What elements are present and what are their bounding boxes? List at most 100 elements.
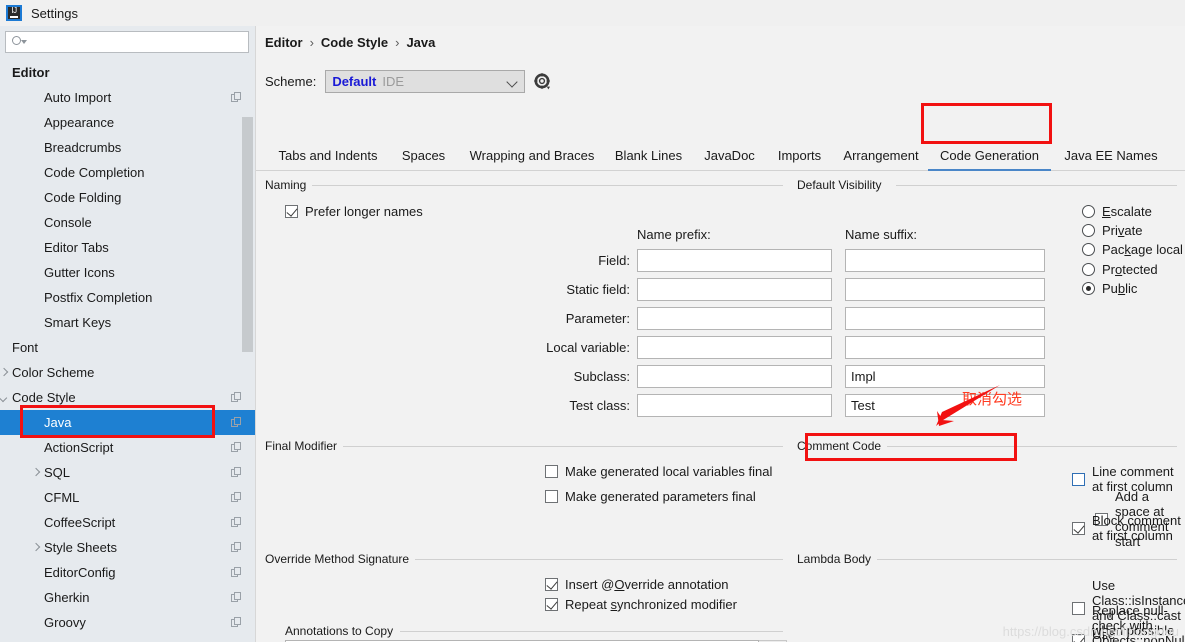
section-line-annotations-to-copy <box>400 631 783 632</box>
sidebar-item-label: CFML <box>44 490 80 505</box>
tab-wrapping-and-braces[interactable]: Wrapping and Braces <box>461 140 603 171</box>
checkbox-label: Repeat synchronized modifier <box>565 597 737 612</box>
sidebar-item-smart-keys[interactable]: Smart Keys <box>0 310 256 335</box>
settings-window: IJ Settings Editor Auto Import Appearance B… <box>0 0 1185 642</box>
radio-visibility-protected[interactable]: Protected <box>1082 262 1158 277</box>
input-parameter-prefix[interactable] <box>637 307 832 330</box>
sidebar-item-code-completion[interactable]: Code Completion <box>0 160 256 185</box>
sidebar-item-editor-tabs[interactable]: Editor Tabs <box>0 235 256 260</box>
tab-javadoc[interactable]: JavaDoc <box>694 140 765 171</box>
input-local-variable-prefix[interactable] <box>637 336 832 359</box>
copy-scheme-icon[interactable] <box>231 567 242 578</box>
sidebar-item-postfix-completion[interactable]: Postfix Completion <box>0 285 256 310</box>
label-field: Field: <box>598 253 630 268</box>
radio-label: Package local <box>1102 242 1183 257</box>
chevron-right-icon[interactable] <box>0 367 10 379</box>
radio-visibility-package-local[interactable]: Package local <box>1082 242 1183 257</box>
sidebar-item-appearance[interactable]: Appearance <box>0 110 256 135</box>
chevron-down-icon <box>506 76 518 88</box>
copy-scheme-icon[interactable] <box>231 492 242 503</box>
copy-scheme-icon[interactable] <box>231 92 242 103</box>
sidebar-item-java[interactable]: Java <box>0 410 256 435</box>
input-field-suffix[interactable] <box>845 249 1045 272</box>
tab-imports[interactable]: Imports <box>765 140 834 171</box>
sidebar-item-editorconfig[interactable]: EditorConfig <box>0 560 256 585</box>
chevron-right-icon[interactable] <box>30 467 42 479</box>
tab-spaces[interactable]: Spaces <box>386 140 461 171</box>
input-static-field-prefix[interactable] <box>637 278 832 301</box>
copy-scheme-icon[interactable] <box>231 542 242 553</box>
settings-tree[interactable]: Editor Auto Import Appearance Breadcrumbs Co… <box>0 60 256 642</box>
sidebar-scrollbar-thumb[interactable] <box>242 117 253 352</box>
radio-button <box>1082 205 1095 218</box>
breadcrumb-part-java[interactable]: Java <box>406 35 435 50</box>
copy-scheme-icon[interactable] <box>231 417 242 428</box>
checkbox-prefer-longer-names[interactable]: Prefer longer names <box>285 204 423 219</box>
tab-code-generation[interactable]: Code Generation <box>928 140 1051 171</box>
input-test-class-prefix[interactable] <box>637 394 832 417</box>
search-box[interactable] <box>5 31 249 53</box>
sidebar-item-color-scheme[interactable]: Color Scheme <box>0 360 256 385</box>
input-local-variable-suffix[interactable] <box>845 336 1045 359</box>
input-field-prefix[interactable] <box>637 249 832 272</box>
checkbox-box <box>1072 472 1085 486</box>
tab-java-ee-names[interactable]: Java EE Names <box>1051 140 1171 171</box>
input-static-field-suffix[interactable] <box>845 278 1045 301</box>
sidebar-item-actionscript[interactable]: ActionScript <box>0 435 256 460</box>
sidebar-item-console[interactable]: Console <box>0 210 256 235</box>
sidebar-item-style-sheets[interactable]: Style Sheets <box>0 535 256 560</box>
sidebar-item-label: Editor <box>12 65 50 80</box>
sidebar-item-cfml[interactable]: CFML <box>0 485 256 510</box>
checkbox-box <box>1072 521 1085 535</box>
sidebar-scrollbar[interactable] <box>242 60 253 642</box>
copy-scheme-icon[interactable] <box>231 592 242 603</box>
sidebar-item-groovy[interactable]: Groovy <box>0 610 256 635</box>
tab-blank-lines[interactable]: Blank Lines <box>603 140 694 171</box>
copy-scheme-icon[interactable] <box>231 467 242 478</box>
copy-scheme-icon[interactable] <box>231 517 242 528</box>
copy-scheme-icon[interactable] <box>231 442 242 453</box>
sidebar-item-font[interactable]: Font <box>0 335 256 360</box>
radio-button <box>1082 243 1095 256</box>
checkbox-comment-code-2[interactable]: Block comment at first column <box>1072 513 1185 543</box>
radio-visibility-public[interactable]: Public <box>1082 281 1137 296</box>
sidebar-item-sql[interactable]: SQL <box>0 460 256 485</box>
checkbox-override-method-signature-0[interactable]: Insert @Override annotation <box>545 577 729 592</box>
breadcrumb-part-editor[interactable]: Editor <box>265 35 303 50</box>
sidebar-item-editor[interactable]: Editor <box>0 60 256 85</box>
settings-tabs[interactable]: Tabs and Indents Spaces Wrapping and Brace… <box>256 140 1185 171</box>
gear-icon[interactable] <box>534 72 552 91</box>
red-arrow-icon <box>936 385 1000 426</box>
radio-visibility-escalate[interactable]: Escalate <box>1082 204 1152 219</box>
sidebar-item-auto-import[interactable]: Auto Import <box>0 85 256 110</box>
search-input[interactable] <box>25 34 235 50</box>
radio-visibility-private[interactable]: Private <box>1082 223 1142 238</box>
sidebar-item-code-folding[interactable]: Code Folding <box>0 185 256 210</box>
checkbox-final-modifier-0[interactable]: Make generated local variables final <box>545 464 772 479</box>
sidebar-item-code-style[interactable]: Code Style <box>0 385 256 410</box>
copy-scheme-icon[interactable] <box>231 617 242 628</box>
tab-arrangement[interactable]: Arrangement <box>834 140 928 171</box>
scheme-select[interactable]: Default IDE <box>325 70 526 93</box>
checkbox-final-modifier-1[interactable]: Make generated parameters final <box>545 489 756 504</box>
chevron-right-icon[interactable] <box>30 542 42 554</box>
input-parameter-suffix[interactable] <box>845 307 1045 330</box>
checkbox-override-method-signature-1[interactable]: Repeat synchronized modifier <box>545 597 737 612</box>
input-subclass-prefix[interactable] <box>637 365 832 388</box>
sidebar-item-gherkin[interactable]: Gherkin <box>0 585 256 610</box>
sidebar-item-label: Editor Tabs <box>44 240 109 255</box>
sidebar-item-breadcrumbs[interactable]: Breadcrumbs <box>0 135 256 160</box>
sidebar-item-coffeescript[interactable]: CoffeeScript <box>0 510 256 535</box>
chevron-down-icon[interactable] <box>0 392 10 404</box>
tab-tabs-and-indents[interactable]: Tabs and Indents <box>270 140 386 171</box>
breadcrumb-part-code-style[interactable]: Code Style <box>321 35 388 50</box>
copy-scheme-icon[interactable] <box>231 392 242 403</box>
sidebar-item-gutter-icons[interactable]: Gutter Icons <box>0 260 256 285</box>
